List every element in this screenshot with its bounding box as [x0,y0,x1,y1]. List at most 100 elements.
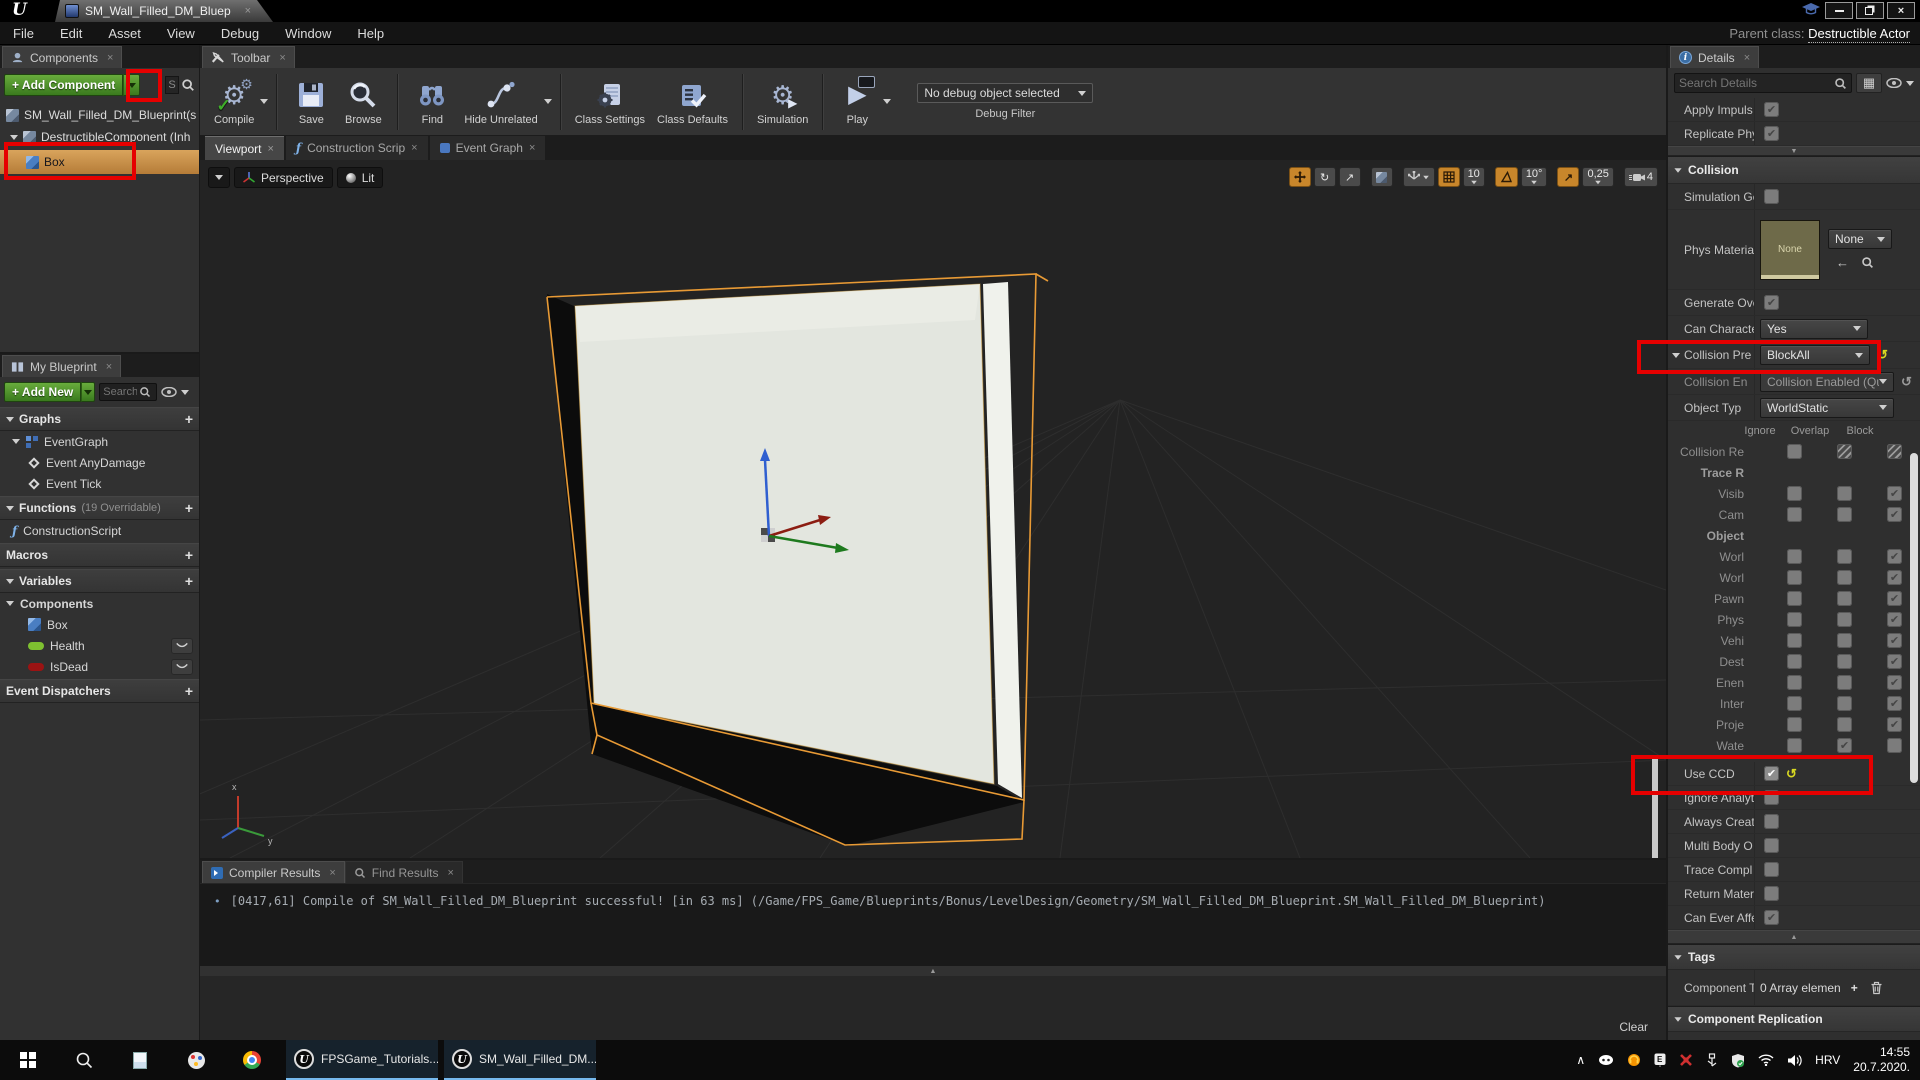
eye-icon[interactable] [161,387,177,397]
rotate-mode-button[interactable]: ↻ [1314,167,1336,187]
checkbox[interactable] [1764,766,1779,781]
menu-item[interactable]: Debug [208,26,272,41]
epic-games-icon[interactable]: E [1654,1053,1666,1067]
category-tags[interactable]: Tags [1668,944,1920,970]
start-button[interactable] [0,1040,56,1080]
menu-item[interactable]: Edit [47,26,95,41]
checkbox[interactable] [1764,814,1779,829]
translate-mode-button[interactable] [1289,167,1311,187]
menu-item[interactable]: Window [272,26,344,41]
checkbox-block[interactable] [1887,570,1902,585]
section-functions[interactable]: Functions (19 Overridable) + [0,496,199,520]
checkbox-block[interactable] [1887,444,1902,459]
play-options-icon[interactable] [883,99,891,104]
restore-button[interactable] [1856,2,1884,19]
search-input[interactable] [1679,76,1834,90]
checkbox-overlap[interactable] [1837,549,1852,564]
browse-asset-icon[interactable] [1861,256,1874,269]
eventgraph-row[interactable]: EventGraph [0,431,199,452]
checkbox-ignore[interactable] [1787,738,1802,753]
section-collapser[interactable]: ▲ [1668,930,1920,944]
reset-icon[interactable]: ↺ [1877,347,1888,363]
eye-icon[interactable] [1886,78,1902,88]
hide-unrelated-button[interactable]: Hide Unrelated [458,71,543,133]
close-tab-icon[interactable]: × [1744,52,1750,64]
chrome-button[interactable] [224,1040,280,1080]
details-search[interactable] [1674,73,1852,93]
tab-viewport[interactable]: Viewport × [205,136,284,160]
close-tab-icon[interactable]: × [245,5,251,17]
checkbox-ignore[interactable] [1787,654,1802,669]
tab-components[interactable]: Components × [2,46,122,68]
add-dispatcher-icon[interactable]: + [185,683,193,699]
checkbox-block[interactable] [1887,717,1902,732]
compile-options-icon[interactable] [260,99,268,104]
tab-toolbar[interactable]: Toolbar × [202,46,295,68]
taskbar-app-fpsgame[interactable]: U FPSGame_Tutorials... [286,1040,438,1080]
checkbox-ignore[interactable] [1787,633,1802,648]
checkbox-ignore[interactable] [1787,717,1802,732]
viewport-3d[interactable]: x y Perspective Lit ↻ ↗ 10 [200,160,1666,858]
rotation-snap-value-button[interactable]: 10° [1521,167,1548,187]
collision-enabled-select[interactable]: Collision Enabled (Qu [1760,372,1894,392]
use-selected-icon[interactable]: ← [1836,255,1849,270]
usb-icon[interactable] [1706,1053,1718,1068]
panel-splitter[interactable]: ▲ [200,966,1666,976]
browse-button[interactable]: Browse [337,71,389,133]
checkbox-ignore[interactable] [1787,591,1802,606]
tab-find-results[interactable]: Find Results × [345,861,463,883]
event-anydamage-row[interactable]: Event AnyDamage [0,452,199,473]
section-macros[interactable]: Macros + [0,543,199,567]
checkbox[interactable] [1764,189,1779,204]
defender-icon[interactable] [1731,1053,1745,1068]
component-row-box[interactable]: Box [0,150,199,174]
class-settings-button[interactable]: Class Settings [569,71,651,133]
checkbox-ignore[interactable] [1787,507,1802,522]
add-variable-icon[interactable]: + [185,573,193,589]
checkbox-ignore[interactable] [1787,444,1802,459]
reset-icon[interactable]: ↺ [1901,374,1912,390]
display-filter-icon[interactable] [1906,81,1914,86]
add-component-dropdown[interactable] [123,74,140,96]
checkbox-ignore[interactable] [1787,570,1802,585]
close-tab-icon[interactable]: × [267,143,273,155]
coordinate-system-button[interactable] [1371,167,1393,187]
components-search[interactable]: S [165,76,195,94]
phys-material-select[interactable]: None [1828,229,1892,249]
discord-icon[interactable] [1598,1054,1614,1066]
compile-button[interactable]: ⚙ ⚙ ✓ Compile [208,71,260,133]
hidden-icons-chevron[interactable]: ∧ [1576,1053,1585,1067]
checkbox[interactable] [1764,886,1779,901]
perspective-button[interactable]: Perspective [234,167,333,188]
checkbox[interactable] [1764,295,1779,310]
checkbox-ignore[interactable] [1787,486,1802,501]
eye-closed-button[interactable] [171,638,193,654]
material-thumbnail[interactable]: None [1760,220,1820,280]
checkbox-block[interactable] [1887,654,1902,669]
event-tick-row[interactable]: Event Tick [0,473,199,494]
compiler-log[interactable]: • [0417,61] Compile of SM_Wall_Filled_DM… [200,884,1666,966]
checkbox[interactable] [1764,790,1779,805]
menu-item[interactable]: File [0,26,47,41]
radeon-icon[interactable] [1679,1053,1693,1067]
checkbox-overlap[interactable] [1837,486,1852,501]
grid-snap-toggle[interactable] [1438,167,1460,187]
component-row-destructible[interactable]: DestructibleComponent (Inh [0,126,199,148]
expander-icon[interactable] [6,417,14,422]
variable-health-row[interactable]: Health [0,635,199,656]
scale-snap-value-button[interactable]: 0,25 [1582,167,1613,187]
checkbox-overlap[interactable] [1837,507,1852,522]
tab-details[interactable]: i Details × [1670,46,1759,68]
add-element-icon[interactable]: + [1851,981,1858,995]
scrollbar-thumb[interactable] [1910,453,1918,783]
play-button[interactable]: ▶ Play [831,71,883,133]
minimize-button[interactable] [1825,2,1853,19]
reset-icon[interactable]: ↺ [1786,766,1797,782]
checkbox-ignore[interactable] [1787,696,1802,711]
taskbar-search-button[interactable] [56,1040,112,1080]
audacity-icon[interactable] [1627,1053,1641,1067]
checkbox-overlap[interactable] [1837,612,1852,627]
section-variables[interactable]: Variables + [0,569,199,593]
checkbox-overlap[interactable] [1837,570,1852,585]
tab-event-graph[interactable]: Event Graph × [430,136,546,160]
